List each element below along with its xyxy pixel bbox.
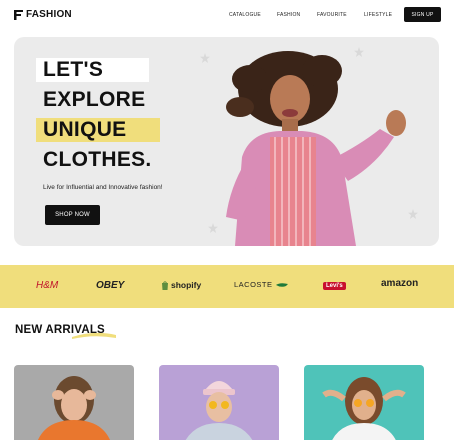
new-arrivals-title: NEW ARRIVALS <box>15 324 105 336</box>
headline-line-3: UNIQUE <box>36 115 160 145</box>
hero-banner: LET'S EXPLORE UNIQUE CLOTHES. Live for I… <box>14 37 439 246</box>
product-card-2[interactable] <box>159 365 279 440</box>
brand-hm[interactable]: H&M <box>36 280 58 291</box>
logo[interactable]: FASHION <box>14 9 72 20</box>
brand-shopify[interactable]: shopify <box>161 280 201 290</box>
star-icon <box>200 53 210 63</box>
product-card-3[interactable] <box>304 365 424 440</box>
crocodile-icon <box>275 282 288 287</box>
nav-item-fashion[interactable]: FASHION <box>277 12 300 18</box>
headline-line-1: LET'S <box>36 55 152 85</box>
signup-button[interactable]: SIGN UP <box>404 7 441 22</box>
headline-line-4: CLOTHES. <box>43 148 152 171</box>
product-image-beanie-sunglasses <box>185 381 253 440</box>
headline-line-2: EXPLORE <box>43 88 146 111</box>
nav-item-lifestyle[interactable]: LIFESTYLE <box>364 12 392 18</box>
shop-now-button[interactable]: SHOP NOW <box>45 205 100 225</box>
brand-levis[interactable]: Levi's <box>323 282 346 290</box>
hero-headline: LET'S EXPLORE UNIQUE CLOTHES. <box>36 55 160 175</box>
nav-item-catalogue[interactable]: CATALOGUE <box>229 12 261 18</box>
product-card-1[interactable] <box>14 365 134 440</box>
logo-icon <box>14 9 23 20</box>
brand-lacoste[interactable]: LACOSTE <box>234 280 288 289</box>
product-image-teal-tshirt <box>322 377 406 440</box>
brand-obey[interactable]: OBEY <box>96 280 124 291</box>
nav-item-favourite[interactable]: FAVOURITE <box>317 12 347 18</box>
brand-strip: H&M OBEY shopify LACOSTE Levi's amazon <box>0 265 454 308</box>
product-image-orange-hoodie <box>37 376 111 440</box>
brand-amazon[interactable]: amazon <box>381 278 418 289</box>
logo-text: FASHION <box>26 9 72 20</box>
shopify-bag-icon <box>162 280 168 290</box>
hero-model-image <box>226 51 406 246</box>
top-nav: FASHION CATALOGUE FASHION FAVOURITE LIFE… <box>0 0 454 30</box>
hero-tagline: Live for Influential and Innovative fash… <box>43 184 163 191</box>
